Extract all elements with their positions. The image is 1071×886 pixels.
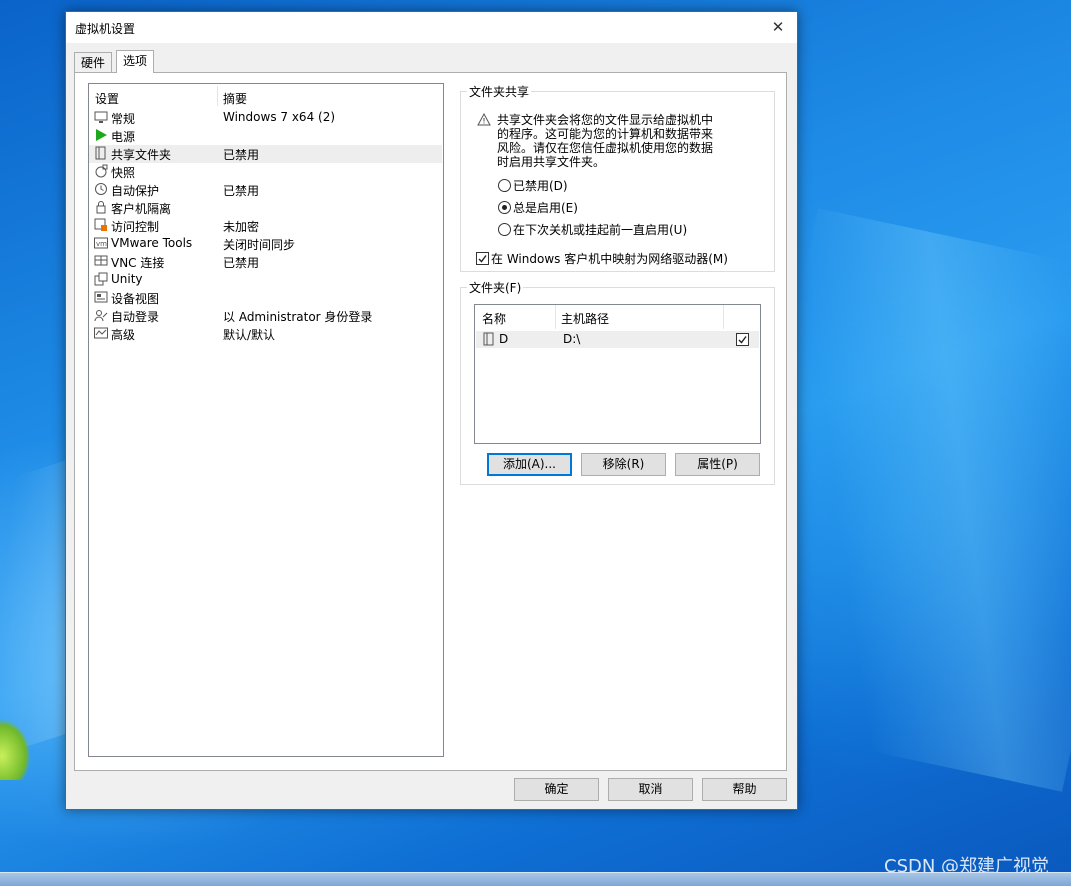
- folders-group: 文件夹(F) 名称 主机路径 D D:\ 添加(A)... 移除(R) 属性(P…: [460, 279, 775, 485]
- users-icon: [94, 308, 108, 322]
- folder-name: D: [499, 332, 509, 346]
- settings-row-vmware-tools[interactable]: vm VMware Tools 关闭时间同步: [89, 235, 442, 253]
- settings-row-value: 默认/默认: [223, 328, 276, 342]
- settings-row-label: VMware Tools: [111, 236, 193, 250]
- access-control-icon: [94, 218, 108, 232]
- radio-disabled[interactable]: 已禁用(D): [498, 177, 748, 193]
- folders-legend: 文件夹(F): [467, 279, 524, 296]
- unity-icon: [94, 272, 108, 286]
- settings-row-guest-isolation[interactable]: 客户机隔离: [89, 199, 442, 217]
- settings-row-advanced[interactable]: 高级 默认/默认: [89, 325, 442, 343]
- ok-button[interactable]: 确定: [514, 778, 599, 801]
- tab-options[interactable]: 选项: [116, 50, 155, 73]
- settings-row-autoprotect[interactable]: 自动保护 已禁用: [89, 181, 442, 199]
- warning-line: 时启用共享文件夹。: [497, 155, 606, 169]
- folder-share-icon: [94, 146, 108, 160]
- vm-settings-dialog: 虚拟机设置 ✕ 硬件 选项 设置 摘要 常规 Windows 7 x64 (2)…: [65, 11, 798, 810]
- column-header-summary[interactable]: 摘要: [223, 90, 247, 108]
- add-folder-button[interactable]: 添加(A)...: [487, 453, 572, 476]
- radio-button[interactable]: [498, 179, 511, 192]
- wallpaper-leaf: [0, 720, 30, 780]
- folder-sharing-group: 文件夹共享 共享文件夹会将您的文件显示给虚拟机中 的程序。这可能为您的计算机和数…: [460, 83, 775, 272]
- clock-icon: [94, 182, 108, 196]
- options-tab-page: 设置 摘要 常规 Windows 7 x64 (2) 电源 共享文件夹 已禁用 …: [74, 72, 787, 771]
- settings-list[interactable]: 设置 摘要 常规 Windows 7 x64 (2) 电源 共享文件夹 已禁用 …: [88, 83, 444, 757]
- folder-host-path: D:\: [563, 332, 581, 346]
- column-divider[interactable]: [555, 305, 556, 329]
- vnc-icon: [94, 254, 108, 268]
- settings-row-value: 未加密: [223, 220, 260, 234]
- settings-row-label: 共享文件夹: [111, 148, 172, 162]
- settings-row-snapshots[interactable]: 快照: [89, 163, 442, 181]
- advanced-icon: [94, 326, 108, 340]
- folders-list[interactable]: 名称 主机路径 D D:\: [474, 304, 761, 444]
- warning-line: 风险。请仅在您信任虚拟机使用您的数据: [497, 141, 714, 155]
- settings-row-shared-folders[interactable]: 共享文件夹 已禁用: [89, 145, 442, 163]
- settings-row-label: 客户机隔离: [111, 202, 172, 216]
- remove-folder-button[interactable]: 移除(R): [581, 453, 666, 476]
- warning-icon: [477, 112, 491, 129]
- settings-row-value: 已禁用: [223, 256, 260, 270]
- settings-row-vnc[interactable]: VNC 连接 已禁用: [89, 253, 442, 271]
- folder-row[interactable]: D D:\: [476, 331, 759, 348]
- folder-enabled-checkbox[interactable]: [736, 333, 749, 346]
- play-icon: [94, 128, 108, 142]
- column-divider[interactable]: [217, 86, 218, 106]
- radio-label[interactable]: 已禁用(D): [513, 177, 568, 194]
- settings-row-label: 自动保护: [111, 184, 160, 198]
- settings-row-label: 访问控制: [111, 220, 160, 234]
- radio-until-poweroff[interactable]: 在下次关机或挂起前一直启用(U): [498, 221, 748, 237]
- settings-row-label: 常规: [111, 112, 136, 126]
- tab-hardware[interactable]: 硬件: [74, 52, 113, 73]
- close-icon[interactable]: ✕: [765, 15, 791, 39]
- cancel-button[interactable]: 取消: [608, 778, 693, 801]
- settings-row-label: 设备视图: [111, 292, 160, 306]
- folder-properties-button[interactable]: 属性(P): [675, 453, 760, 476]
- settings-row-unity[interactable]: Unity: [89, 271, 442, 289]
- help-button[interactable]: 帮助: [702, 778, 787, 801]
- settings-row-power[interactable]: 电源: [89, 127, 442, 145]
- vm-icon: vm: [94, 236, 108, 250]
- settings-row-label: 快照: [111, 166, 136, 180]
- column-header-host-path[interactable]: 主机路径: [561, 310, 609, 327]
- snapshot-icon: [94, 164, 108, 178]
- settings-row-autologin[interactable]: 自动登录 以 Administrator 身份登录: [89, 307, 442, 325]
- monitor-icon: [94, 110, 108, 124]
- radio-label[interactable]: 总是启用(E): [513, 199, 578, 216]
- radio-label[interactable]: 在下次关机或挂起前一直启用(U): [513, 221, 687, 238]
- settings-row-value: Windows 7 x64 (2): [223, 110, 336, 124]
- folder-sharing-legend: 文件夹共享: [467, 83, 532, 100]
- title-bar[interactable]: 虚拟机设置 ✕: [66, 12, 797, 43]
- settings-row-label: VNC 连接: [111, 256, 165, 270]
- settings-row-device-view[interactable]: 设备视图: [89, 289, 442, 307]
- settings-row-value: 以 Administrator 身份登录: [223, 310, 373, 324]
- settings-row-value: 已禁用: [223, 184, 260, 198]
- radio-button-checked[interactable]: [498, 201, 511, 214]
- taskbar[interactable]: [0, 872, 1071, 886]
- settings-row-value: 关闭时间同步: [223, 238, 296, 252]
- settings-row-general[interactable]: 常规 Windows 7 x64 (2): [89, 109, 442, 127]
- map-drive-label[interactable]: 在 Windows 客户机中映射为网络驱动器(M): [491, 250, 728, 267]
- shared-folder-icon: [483, 332, 495, 349]
- settings-row-value: 已禁用: [223, 148, 260, 162]
- dialog-title: 虚拟机设置: [75, 22, 136, 36]
- settings-row-label: 电源: [111, 130, 136, 144]
- map-drive-checkbox[interactable]: [476, 252, 489, 265]
- radio-button[interactable]: [498, 223, 511, 236]
- settings-row-label: 高级: [111, 328, 136, 342]
- lock-icon: [94, 200, 108, 214]
- radio-always-enabled[interactable]: 总是启用(E): [498, 199, 748, 215]
- warning-line: 的程序。这可能为您的计算机和数据带来: [497, 127, 714, 141]
- svg-text:vm: vm: [96, 240, 107, 248]
- device-view-icon: [94, 290, 108, 304]
- settings-row-label: Unity: [111, 272, 143, 286]
- settings-row-label: 自动登录: [111, 310, 160, 324]
- column-header-name[interactable]: 名称: [482, 310, 506, 327]
- column-divider[interactable]: [723, 305, 724, 329]
- column-header-settings[interactable]: 设置: [95, 90, 119, 108]
- folder-sharing-warning: 共享文件夹会将您的文件显示给虚拟机中 的程序。这可能为您的计算机和数据带来 风险…: [497, 113, 737, 169]
- warning-line: 共享文件夹会将您的文件显示给虚拟机中: [497, 113, 714, 127]
- settings-row-access-control[interactable]: 访问控制 未加密: [89, 217, 442, 235]
